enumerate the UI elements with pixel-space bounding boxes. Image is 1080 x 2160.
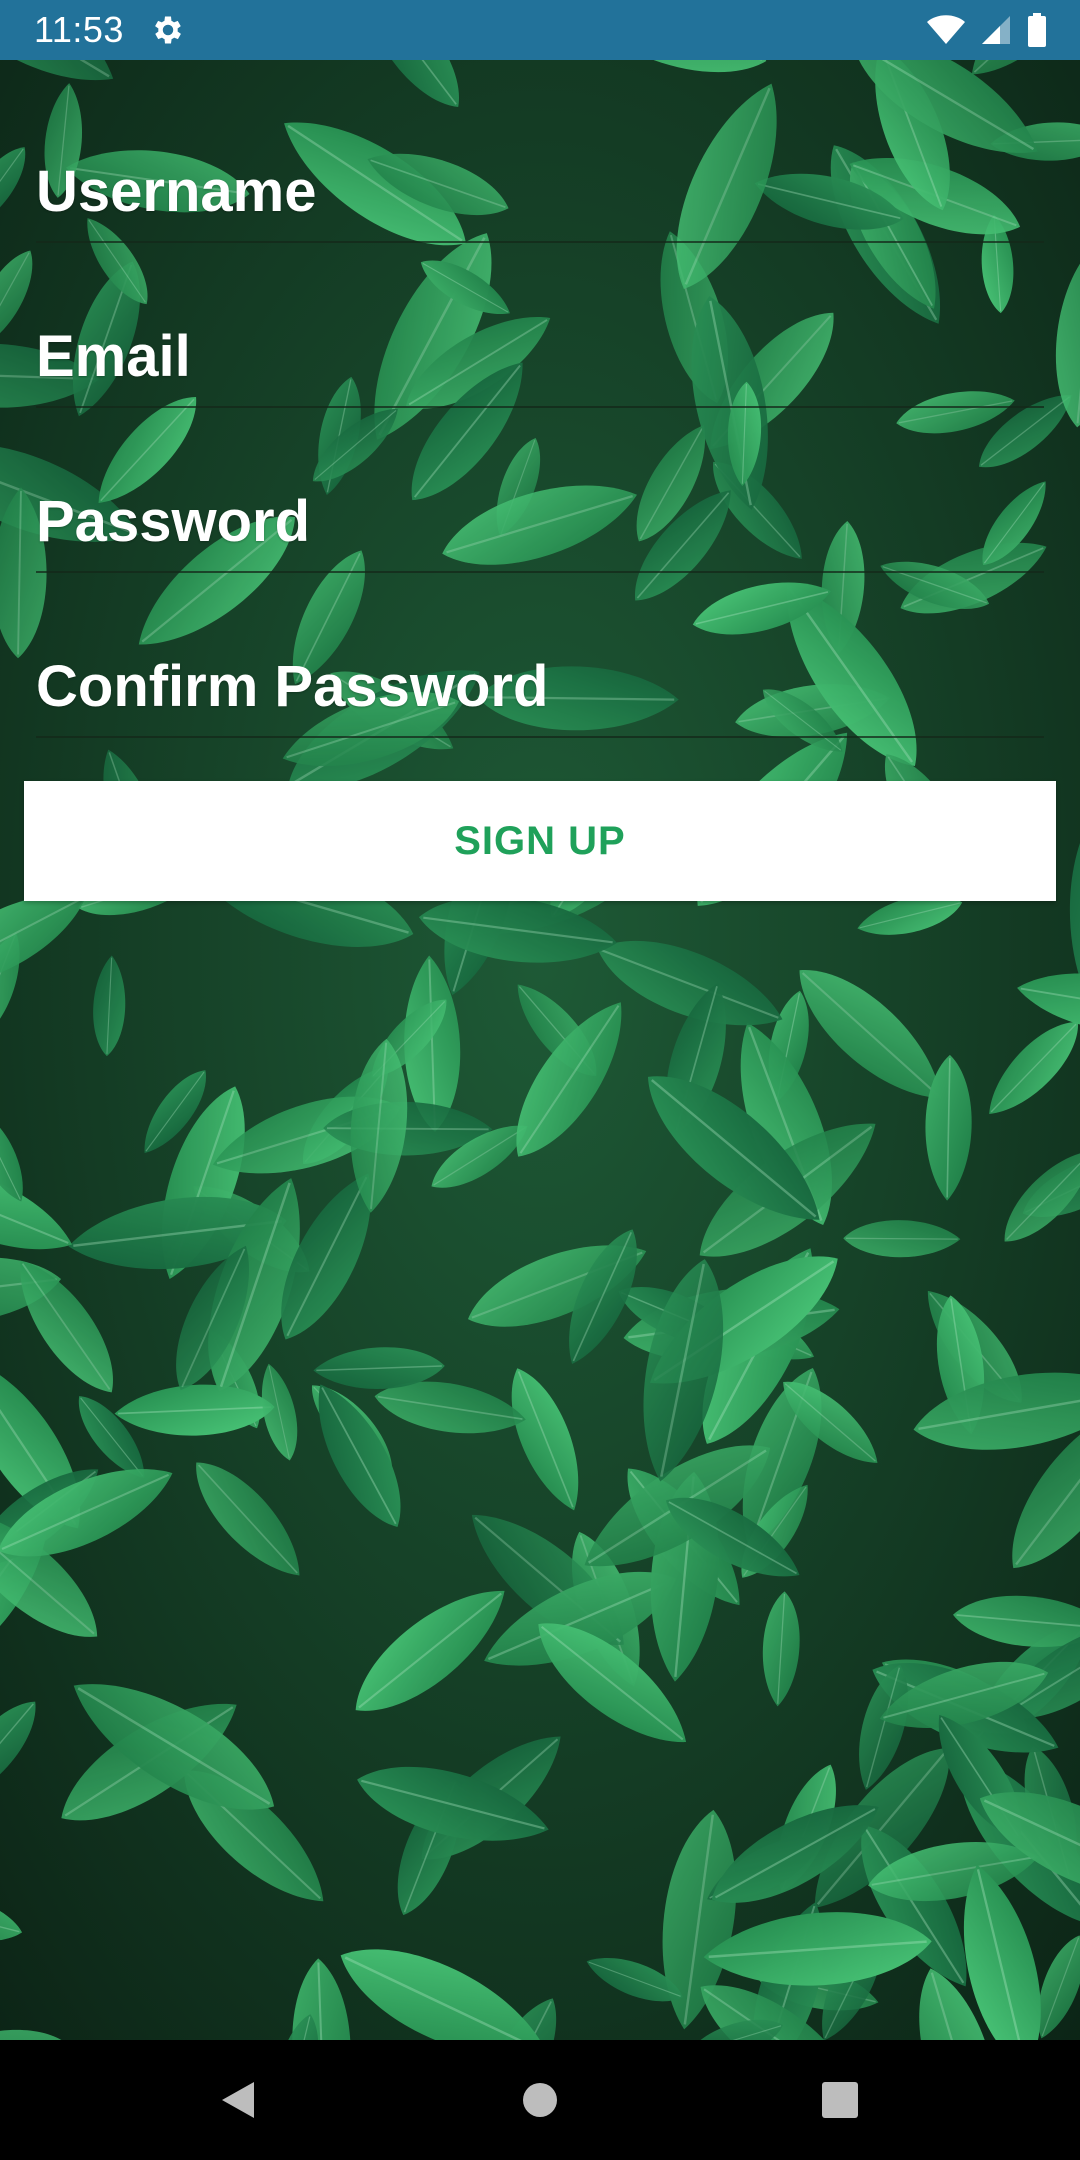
navigation-bar bbox=[0, 2040, 1080, 2160]
confirm-password-underline bbox=[36, 736, 1044, 738]
signup-screen: 11:53 Username Email Password Confirm Pa… bbox=[0, 0, 1080, 2160]
recents-button[interactable] bbox=[810, 2070, 870, 2130]
recents-icon bbox=[822, 2082, 858, 2118]
battery-icon bbox=[1028, 13, 1046, 47]
sign-up-button[interactable]: SIGN UP bbox=[24, 781, 1056, 901]
password-field[interactable]: Password bbox=[36, 453, 1044, 573]
status-time: 11:53 bbox=[34, 9, 124, 50]
password-underline bbox=[36, 571, 1044, 573]
gear-icon bbox=[155, 16, 181, 44]
email-label: Email bbox=[36, 324, 191, 389]
email-underline bbox=[36, 406, 1044, 408]
home-button[interactable] bbox=[510, 2070, 570, 2130]
back-button[interactable] bbox=[208, 2070, 268, 2130]
email-field[interactable]: Email bbox=[36, 288, 1044, 408]
status-icons bbox=[926, 12, 1048, 48]
back-icon bbox=[222, 2082, 254, 2118]
confirm-password-label: Confirm Password bbox=[36, 654, 549, 719]
home-icon bbox=[523, 2083, 557, 2117]
confirm-password-field[interactable]: Confirm Password bbox=[36, 618, 1044, 738]
username-underline bbox=[36, 241, 1044, 243]
wifi-icon bbox=[927, 15, 965, 44]
username-field[interactable]: Username bbox=[36, 123, 1044, 243]
status-bar: 11:53 bbox=[0, 0, 1080, 60]
signal-icon bbox=[982, 16, 1010, 44]
username-label: Username bbox=[36, 159, 317, 224]
password-label: Password bbox=[36, 489, 310, 554]
